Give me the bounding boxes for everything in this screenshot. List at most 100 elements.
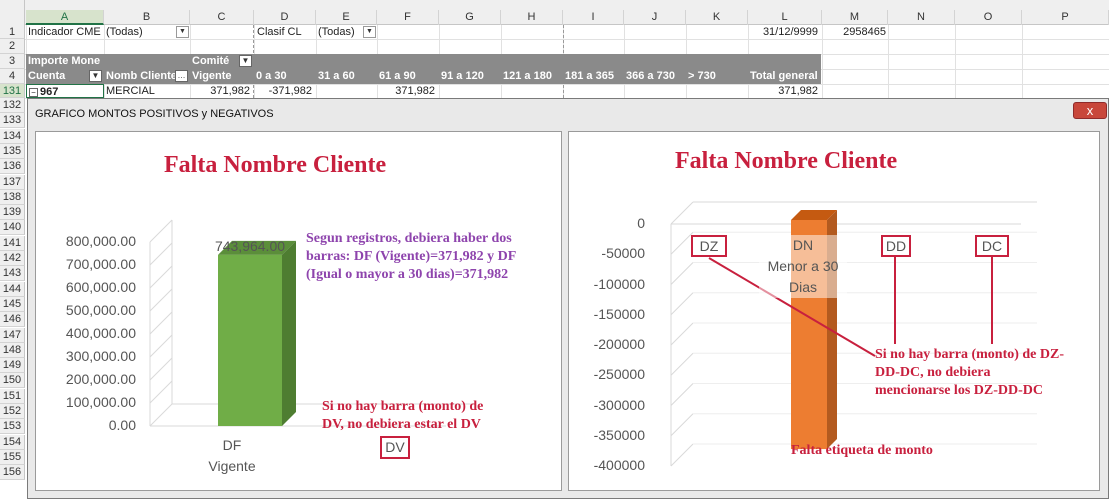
row-header-144[interactable]: 144 — [0, 281, 25, 297]
row-header-135[interactable]: 135 — [0, 143, 25, 159]
annotation-line: mencionarse los DZ-DD-DC — [875, 383, 1043, 398]
column-header-i[interactable]: I — [563, 10, 624, 25]
filter-icon[interactable]: ▼ — [239, 55, 252, 67]
y-tick-label: -200000 — [593, 336, 645, 352]
chart-panel-left[interactable]: Falta Nombre Cliente 743,964.00 800,000.… — [35, 131, 562, 491]
annotation-line: Si no hay barra (monto) de DZ- — [875, 347, 1065, 362]
column-header-g[interactable]: G — [439, 10, 501, 25]
pivot-header-4: 31 a 60 — [318, 70, 355, 82]
dv-box: DV — [380, 436, 410, 459]
row-header-132[interactable]: 132 — [0, 98, 25, 113]
close-button[interactable]: x — [1073, 102, 1107, 119]
pivot-header-1: Nomb Cliente — [106, 70, 176, 82]
chart-right-svg — [670, 201, 1037, 467]
annotation-line: barras: DF (Vigente)=371,982 y DF — [306, 249, 517, 264]
row-header-155[interactable]: 155 — [0, 449, 25, 465]
category-label-line: Vigente — [208, 458, 256, 474]
row-header-146[interactable]: 146 — [0, 312, 25, 328]
column-header-p[interactable]: P — [1022, 10, 1109, 25]
row-header-138[interactable]: 138 — [0, 189, 25, 205]
gridline-depth — [149, 219, 173, 243]
number-value: 2958465 — [843, 26, 886, 38]
row-header-139[interactable]: 139 — [0, 205, 25, 221]
filter-dropdown-icon[interactable]: ▼ — [176, 26, 189, 38]
dd-box: DD — [881, 235, 911, 257]
annotation-line: DD-DC, no debiera — [875, 365, 991, 380]
gridline-depth — [670, 383, 694, 406]
column-header-n[interactable]: N — [888, 10, 955, 25]
filter-icon[interactable]: … — [175, 70, 188, 82]
row-header-1[interactable]: 1 — [0, 25, 25, 39]
date-value: 31/12/9999 — [762, 26, 818, 38]
column-header-e[interactable]: E — [316, 10, 377, 25]
select-all-corner[interactable] — [0, 0, 25, 25]
y-tick-label: -250000 — [593, 366, 645, 383]
chart-panel-right[interactable]: Falta Nombre Cliente 0 -50000 -100000 -1500… — [568, 131, 1100, 491]
y-tick-label: 0.00 — [108, 417, 136, 433]
cuenta-cell[interactable]: −967 — [26, 84, 104, 98]
pivot-header-9: 366 a 730 — [626, 70, 675, 82]
row-header-151[interactable]: 151 — [0, 388, 25, 404]
column-header-f[interactable]: F — [377, 10, 439, 25]
filter-label-indicador: Indicador CME — [28, 26, 101, 38]
y-tick-label: 400,000.00 — [65, 325, 136, 341]
dn-label-line: DN — [792, 237, 814, 253]
vigente-cell: 371,982 — [210, 85, 250, 97]
y-tick-label: -300000 — [593, 396, 645, 413]
y-tick-label: 0 — [637, 215, 645, 231]
column-header-l[interactable]: L — [748, 10, 822, 25]
row-header-154[interactable]: 154 — [0, 434, 25, 450]
row-header-4[interactable]: 4 — [0, 69, 25, 84]
row-header-149[interactable]: 149 — [0, 358, 25, 374]
annotation-line: Segun registros, debiera haber dos — [306, 231, 512, 246]
dc-box: DC — [975, 235, 1009, 257]
column-header-a[interactable]: A — [26, 10, 104, 25]
pivot-header-7: 121 a 180 — [503, 70, 552, 82]
gridline-depth — [670, 292, 694, 316]
y-tick-label: 100,000.00 — [65, 394, 136, 410]
filter-dropdown-icon[interactable]: ▼ — [363, 26, 376, 38]
row-header-141[interactable]: 141 — [0, 235, 25, 251]
row-header-131[interactable]: 131 — [0, 84, 25, 98]
row-header-134[interactable]: 134 — [0, 128, 25, 144]
row-header-133[interactable]: 133 — [0, 113, 25, 129]
row-header-150[interactable]: 150 — [0, 373, 25, 389]
row-header-2[interactable]: 2 — [0, 39, 25, 54]
row-header-156[interactable]: 156 — [0, 465, 25, 481]
column-header-d[interactable]: D — [254, 10, 316, 25]
column-header-o[interactable]: O — [955, 10, 1022, 25]
row-header-147[interactable]: 147 — [0, 327, 25, 343]
row-header-140[interactable]: 140 — [0, 220, 25, 236]
filter-value-indicador[interactable]: (Todas) — [104, 25, 174, 39]
y-tick-label: -150000 — [593, 305, 645, 322]
row-header-136[interactable]: 136 — [0, 159, 25, 175]
gridline — [1022, 25, 1023, 98]
gridline-depth — [149, 334, 173, 358]
spreadsheet[interactable]: ABCDEFGHIJKLMNOP 1 2 3 4 131 132 133 134 135 136 1… — [0, 0, 1109, 500]
pivot-header-11: Total general — [750, 70, 818, 82]
row-header-145[interactable]: 145 — [0, 296, 25, 312]
column-header-b[interactable]: B — [104, 10, 190, 25]
pivot-header-6: 91 a 120 — [441, 70, 484, 82]
gridline — [888, 25, 889, 98]
category-label-line: DF — [222, 437, 242, 453]
gridline — [25, 39, 1109, 40]
filter-value-clasif[interactable]: (Todas) — [316, 25, 364, 39]
row-header-148[interactable]: 148 — [0, 342, 25, 358]
row-header-143[interactable]: 143 — [0, 266, 25, 282]
gridline-depth — [149, 242, 173, 266]
row-header-142[interactable]: 142 — [0, 251, 25, 266]
row-header-152[interactable]: 152 — [0, 404, 25, 419]
chart-window[interactable]: GRAFICO MONTOS POSITIVOS y NEGATIVOS x F… — [27, 98, 1109, 499]
column-header-c[interactable]: C — [190, 10, 254, 25]
column-header-m[interactable]: M — [822, 10, 888, 25]
column-header-k[interactable]: K — [686, 10, 748, 25]
filter-icon[interactable]: ▼ — [89, 70, 102, 82]
pivot-header-5: 61 a 90 — [379, 70, 416, 82]
column-header-h[interactable]: H — [501, 10, 563, 25]
row-header-3[interactable]: 3 — [0, 54, 25, 69]
row-header-137[interactable]: 137 — [0, 174, 25, 190]
row-header-153[interactable]: 153 — [0, 419, 25, 435]
column-header-j[interactable]: J — [624, 10, 686, 25]
collapse-icon[interactable]: − — [29, 87, 38, 97]
